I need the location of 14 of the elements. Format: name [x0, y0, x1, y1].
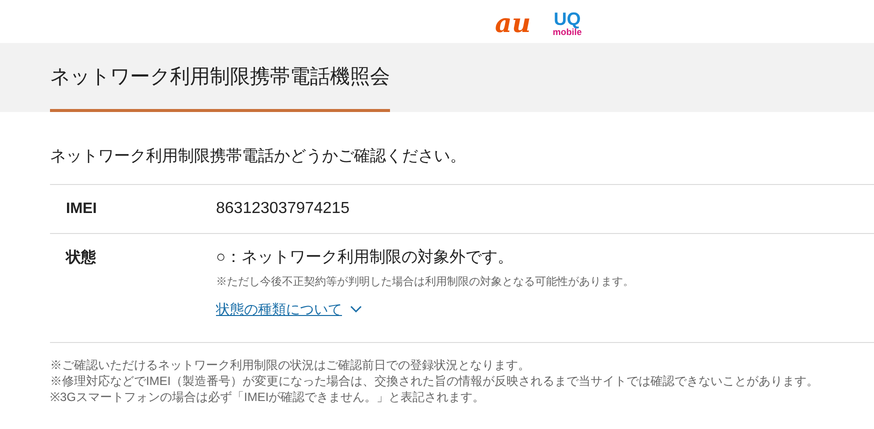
row-value: ○：ネットワーク利用制限の対象外です。 — [216, 248, 515, 268]
row-label: 状態 — [66, 248, 97, 268]
row-value: 863123037974215 — [216, 199, 350, 219]
page-title: ネットワーク利用制限携帯電話機照会 — [50, 65, 390, 90]
chevron-down-icon — [350, 305, 362, 313]
footnote: ※ご確認いただけるネットワーク利用制限の状況はご確認前日での登録状況となります。 — [50, 357, 531, 373]
uq-mobile-logo: UQ mobile — [552, 10, 582, 37]
status-types-toggle[interactable]: 状態の種類について — [216, 299, 634, 319]
footnote: ※3Gスマートフォンの場合は必ず「IMEIが確認できません。」と表記されます。 — [50, 389, 486, 405]
row-label: IMEI — [66, 199, 98, 219]
row-note: ※ただし今後不正契約等が判明した場合は利用制限の対象となる可能性があります。 — [216, 274, 634, 290]
intro-text: ネットワーク利用制限携帯電話かどうかご確認ください。 — [50, 146, 467, 167]
footnote: ※修理対応などでIMEI（製造番号）が変更になった場合は、交換された旨の情報が反映されるまで当サイトでは確認できないことがあります。 — [50, 373, 820, 389]
au-logo: au — [495, 10, 531, 36]
